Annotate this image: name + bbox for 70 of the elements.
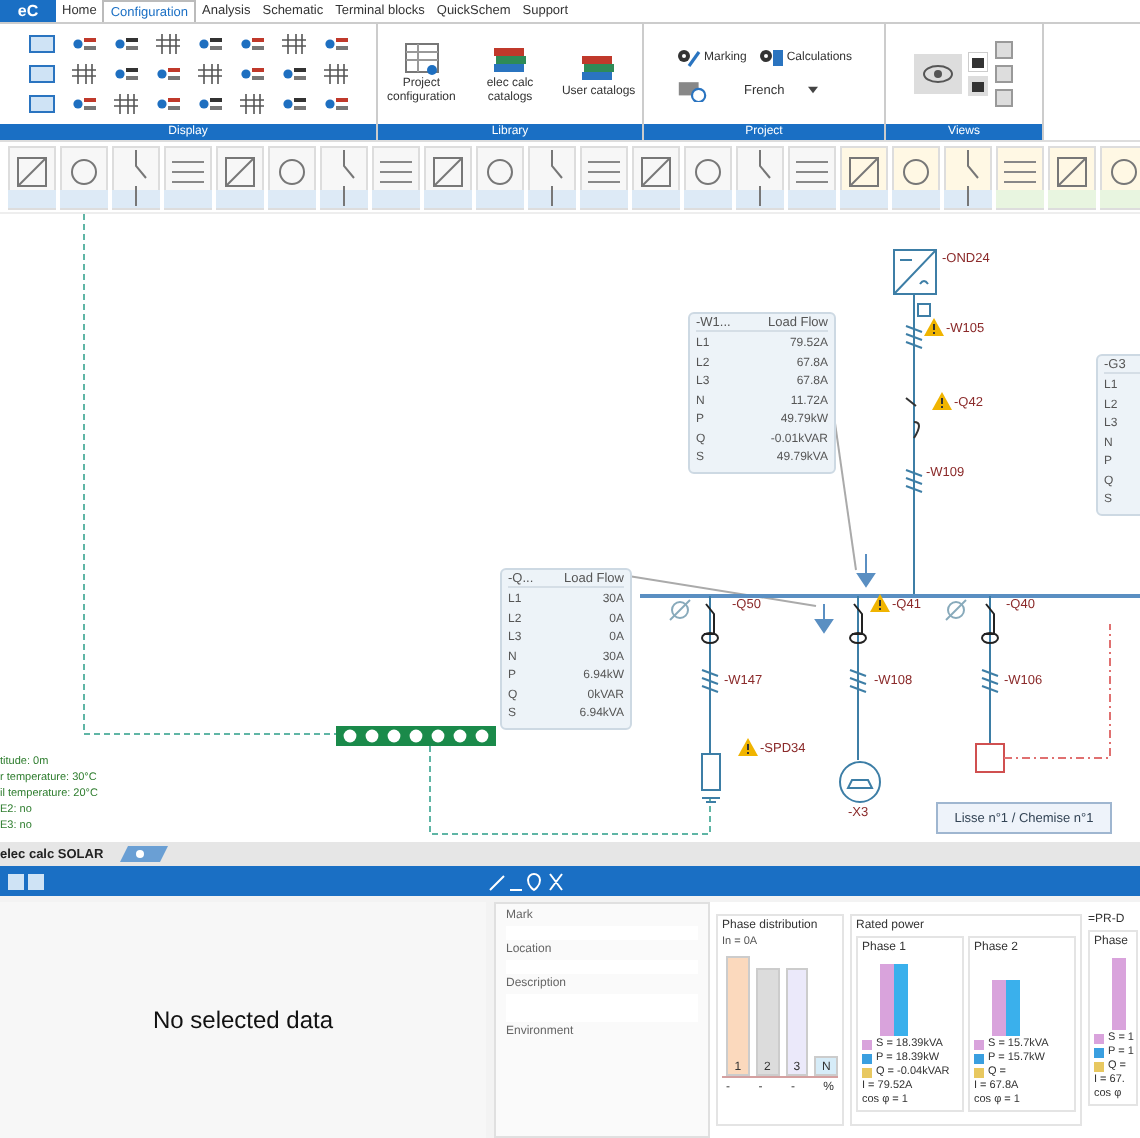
diagram-tool-icon[interactable] [195, 92, 223, 116]
grid-icon[interactable] [6, 871, 46, 891]
symbol-button[interactable] [164, 145, 212, 209]
symbol-button[interactable] [528, 145, 576, 209]
symbol-button[interactable] [320, 145, 368, 209]
camera-icon[interactable] [968, 76, 988, 96]
symbol-button[interactable] [736, 145, 784, 209]
diagram-tool-icon[interactable] [111, 32, 139, 56]
diagram-tool-icon[interactable] [321, 32, 349, 56]
empty-message: No selected data [152, 1006, 334, 1034]
cable-icon [905, 469, 923, 493]
symbol-button[interactable] [632, 145, 680, 209]
symbol-button[interactable] [476, 145, 524, 209]
symbol-button[interactable] [788, 145, 836, 209]
app-logo: eC [0, 0, 56, 22]
breaker-icon [905, 397, 920, 439]
printer-globe-icon[interactable] [675, 79, 708, 101]
diagram-tool-icon[interactable] [195, 62, 223, 86]
diagram-tool-icon[interactable] [237, 32, 265, 56]
symbol-button[interactable] [580, 145, 628, 209]
symbol-button[interactable] [1100, 145, 1140, 209]
caret-icon [808, 86, 819, 94]
load-icon [975, 743, 1005, 773]
symbol-button[interactable] [996, 145, 1044, 209]
gear-pen-icon [675, 47, 702, 67]
symbol-button[interactable] [8, 145, 56, 209]
gear-calculator-icon [758, 47, 785, 67]
diagram-tool-icon[interactable] [321, 62, 349, 86]
disconnect-icon [669, 599, 691, 621]
new-tab-button[interactable] [119, 846, 168, 862]
connector-icon [917, 303, 931, 317]
eye-icon[interactable] [914, 54, 962, 94]
diagram-tool-icon[interactable] [153, 92, 181, 116]
diagram-tool-icon[interactable] [111, 62, 139, 86]
symbol-button[interactable] [944, 145, 992, 209]
symbol-button[interactable] [216, 145, 264, 209]
inverter-symbol [893, 249, 937, 295]
down-arrow-icon [857, 553, 875, 588]
diagram-tool-icon[interactable] [153, 32, 181, 56]
symbol-button[interactable] [372, 145, 420, 209]
symbol-button[interactable] [112, 145, 160, 209]
diagram-tool-icon[interactable] [321, 92, 349, 116]
power-bar-drawing [1112, 958, 1126, 1030]
diagram-tool-icon[interactable] [279, 32, 307, 56]
edit-locate-icon[interactable] [486, 871, 566, 891]
down-arrow-icon [815, 603, 833, 634]
disconnect-icon [945, 599, 967, 621]
car-charger-icon [839, 761, 881, 803]
diagram-tool-icon[interactable] [279, 62, 307, 86]
diagram-tool-icon[interactable] [69, 32, 97, 56]
table-icon [401, 42, 442, 79]
diagram-tool-icon[interactable] [195, 32, 223, 56]
symbol-button[interactable] [684, 145, 732, 209]
diagram-tool-icon[interactable] [237, 62, 265, 86]
symbol-button[interactable] [268, 145, 316, 209]
symbol-button[interactable] [424, 145, 472, 209]
diagram-tool-icon[interactable] [153, 62, 181, 86]
symbol-button[interactable] [1048, 145, 1096, 209]
diagram-tool-icon[interactable] [279, 92, 307, 116]
surge-arrester-icon [701, 753, 721, 803]
symbol-button[interactable] [60, 145, 108, 209]
diagram-tool-icon[interactable] [237, 92, 265, 116]
diagram-tool-icon[interactable] [111, 92, 139, 116]
symbol-button[interactable] [840, 145, 888, 209]
camera-icon[interactable] [968, 52, 988, 72]
diagram-tool-icon[interactable] [69, 62, 97, 86]
diagram-tool-icon[interactable] [69, 92, 97, 116]
dashed-link-line [1003, 623, 1111, 759]
symbol-button[interactable] [892, 145, 940, 209]
cable-icon [905, 325, 923, 349]
